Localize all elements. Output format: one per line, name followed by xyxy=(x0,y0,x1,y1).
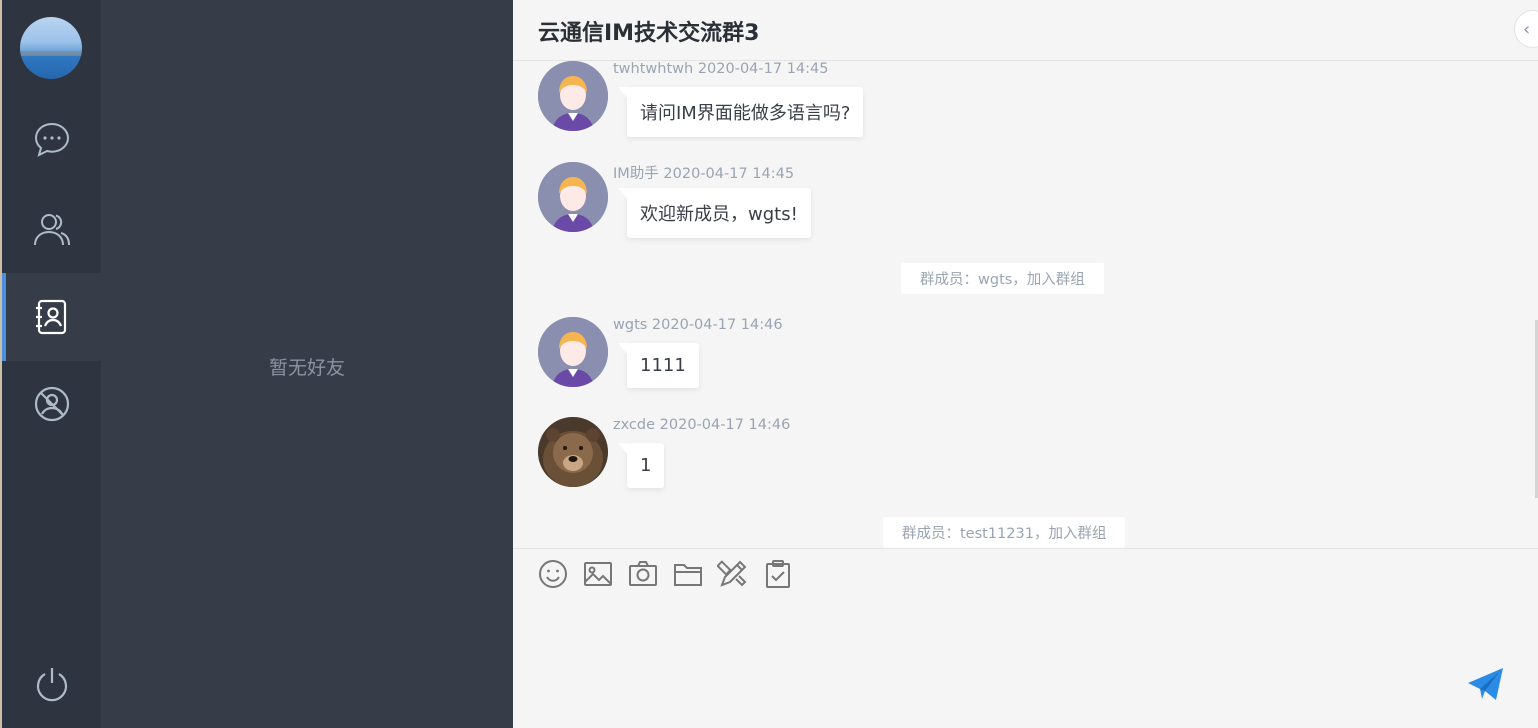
emoji-icon xyxy=(539,560,567,588)
sender-name: twhtwhtwh xyxy=(613,61,694,77)
collapse-panel-button[interactable]: ‹ xyxy=(1514,10,1538,48)
camera-button[interactable] xyxy=(626,557,660,591)
sender-avatar[interactable] xyxy=(538,317,608,387)
message-meta: IM助手 2020-04-17 14:45 xyxy=(613,162,794,183)
message-input[interactable] xyxy=(513,598,1538,728)
cartoon-avatar-icon xyxy=(538,162,608,232)
image-button[interactable] xyxy=(581,557,615,591)
message-bubble[interactable]: 欢迎新成员，wgts! xyxy=(618,188,811,238)
sender-name: wgts xyxy=(613,317,648,333)
contacts-book-icon xyxy=(35,299,66,335)
my-avatar[interactable] xyxy=(20,17,82,79)
draw-tools-icon xyxy=(717,560,747,587)
message-bubble[interactable]: 请问IM界面能做多语言吗? xyxy=(617,87,864,137)
send-button[interactable] xyxy=(1466,664,1506,704)
sender-avatar[interactable] xyxy=(538,162,608,232)
message-meta: wgts 2020-04-17 14:46 xyxy=(613,317,783,333)
message-time: 2020-04-17 14:45 xyxy=(663,166,795,182)
sender-avatar[interactable] xyxy=(538,417,608,487)
chat-header: 云通信IM技术交流群3 ‹ xyxy=(513,0,1538,61)
message-meta: zxcde 2020-04-17 14:46 xyxy=(613,417,790,433)
sender-name: zxcde xyxy=(613,417,656,433)
cartoon-avatar-icon xyxy=(538,61,608,131)
system-notice: 群成员：wgts，加入群组 xyxy=(901,263,1104,294)
clipboard-check-icon xyxy=(766,560,790,588)
sender-avatar[interactable] xyxy=(538,61,608,131)
nav-sidebar xyxy=(0,0,101,728)
clipboard-button[interactable] xyxy=(761,557,795,591)
chevron-left-icon: ‹ xyxy=(1523,18,1531,40)
logout-button[interactable] xyxy=(2,640,101,728)
cartoon-avatar-icon xyxy=(538,317,608,387)
emoji-button[interactable] xyxy=(536,557,570,591)
user-circle-icon xyxy=(34,386,69,422)
friend-list-panel: 暂无好友 xyxy=(101,0,513,728)
chat-bubble-icon xyxy=(34,122,69,157)
send-icon xyxy=(1468,668,1503,700)
system-notice: 群成员：test11231，加入群组 xyxy=(883,517,1126,548)
message-time: 2020-04-17 14:46 xyxy=(651,317,783,333)
users-icon xyxy=(33,214,70,246)
chat-title: 云通信IM技术交流群3 xyxy=(538,21,760,46)
bear-photo-icon xyxy=(538,417,608,487)
nav-item-conversations[interactable] xyxy=(2,96,101,184)
sender-name: IM助手 xyxy=(613,166,659,182)
image-icon xyxy=(584,562,612,586)
nav-item-groups[interactable] xyxy=(2,185,101,273)
message-list[interactable]: twhtwhtwh 2020-04-17 14:45 请问IM界面能做多语言吗?… xyxy=(513,61,1538,548)
message-bubble[interactable]: 1 xyxy=(617,443,665,488)
draw-button[interactable] xyxy=(716,557,750,591)
message-bubble[interactable]: 1111 xyxy=(618,343,699,388)
message-time: 2020-04-17 14:45 xyxy=(697,61,829,77)
file-button[interactable] xyxy=(671,557,705,591)
nav-item-blacklist[interactable] xyxy=(2,360,101,448)
camera-icon xyxy=(629,561,657,586)
input-toolbar xyxy=(513,548,1538,599)
nav-item-friends[interactable] xyxy=(2,273,101,361)
chat-panel: 云通信IM技术交流群3 ‹ twhtwhtwh 2020-04-17 14:45… xyxy=(513,0,1538,728)
folder-icon xyxy=(674,564,702,586)
power-icon xyxy=(36,668,67,702)
message-time: 2020-04-17 14:46 xyxy=(659,417,791,433)
message-meta: twhtwhtwh 2020-04-17 14:45 xyxy=(613,61,828,77)
empty-friends-text: 暂无好友 xyxy=(268,357,345,379)
